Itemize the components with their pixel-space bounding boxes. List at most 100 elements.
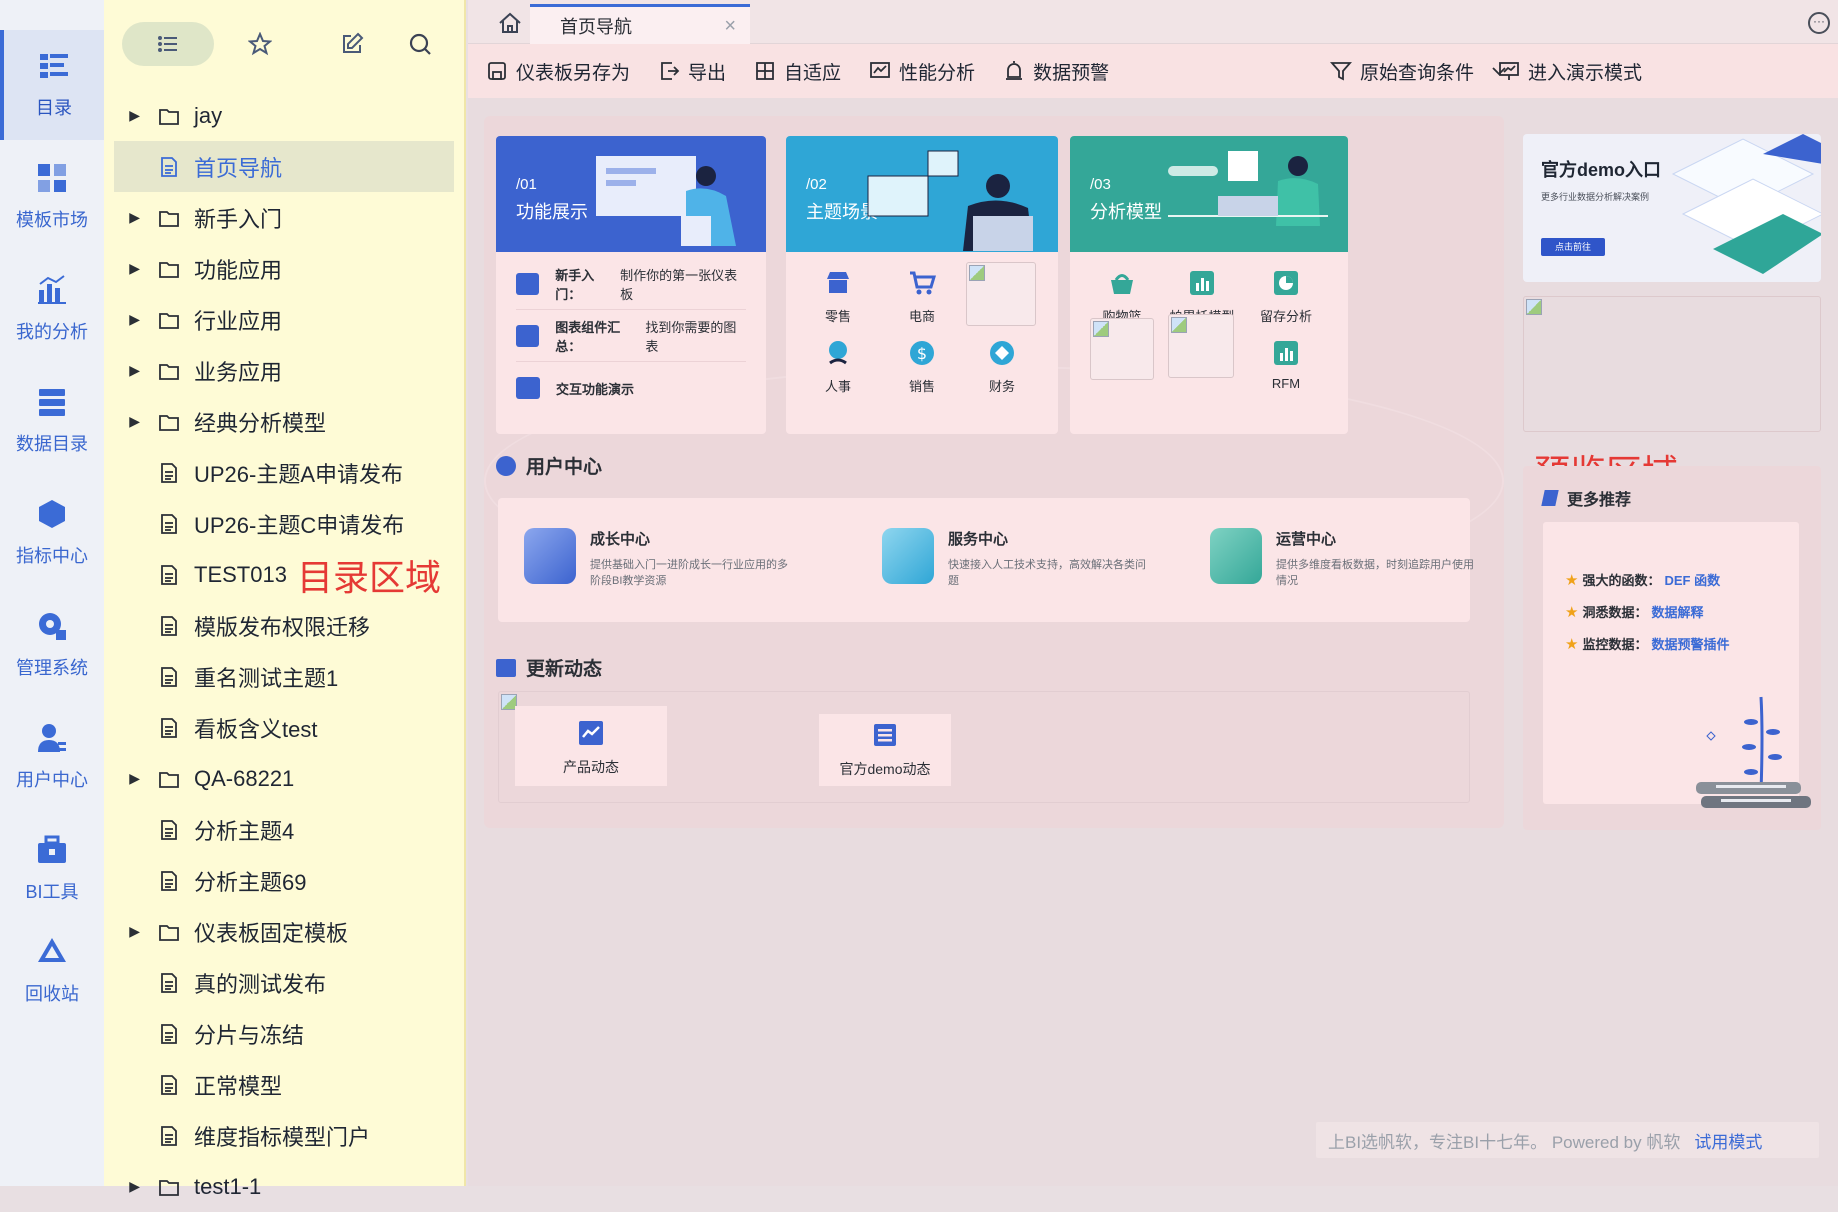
tree-file[interactable]: 首页导航: [114, 141, 454, 192]
tree-file[interactable]: 分片与冻结: [114, 1008, 454, 1059]
rail-item-my-analysis[interactable]: 我的分析: [0, 254, 104, 364]
tree-file[interactable]: UP26-主题C申请发布: [114, 498, 454, 549]
model-basket[interactable]: 购物篮: [1082, 268, 1162, 325]
tab-favorites[interactable]: [214, 22, 306, 66]
rail-item-admin-system[interactable]: 管理系统: [0, 590, 104, 700]
card-number: /03: [1090, 176, 1111, 193]
catalog-search-button[interactable]: [408, 32, 432, 61]
tree-file[interactable]: 分析主题69: [114, 855, 454, 906]
link-chart-summary[interactable]: 图表组件汇总： 找到你需要的图表: [516, 310, 746, 362]
tree-file[interactable]: 模版发布权限迁移: [114, 600, 454, 651]
file-icon: [158, 156, 182, 178]
model-rfm[interactable]: RFM: [1246, 338, 1326, 391]
rail-item-recycle-bin[interactable]: 回收站: [0, 916, 104, 1026]
operations-center-item[interactable]: 运营中心 提供多维度看板数据，时刻追踪用户使用情况: [1210, 528, 1476, 589]
recommend-item[interactable]: ★ 洞悉数据： 数据解释: [1565, 602, 1703, 621]
card-analysis-models[interactable]: /03 分析模型 购物篮 帕累托模型 留存分析 RFM: [1070, 136, 1348, 434]
tree-file[interactable]: 看板含义test: [114, 702, 454, 753]
expand-caret-icon[interactable]: ▶: [114, 311, 144, 328]
product-updates-button[interactable]: 产品动态: [515, 706, 667, 786]
tree-folder[interactable]: ▶ 经典分析模型: [114, 396, 454, 447]
presentation-mode-button[interactable]: 进入演示模式: [1498, 44, 1642, 98]
folder-icon: [158, 258, 182, 280]
tree-folder[interactable]: ▶ 业务应用: [114, 345, 454, 396]
expand-caret-icon[interactable]: ▶: [114, 362, 144, 379]
home-button[interactable]: [498, 12, 522, 39]
tree-file[interactable]: TEST013 目录区域: [114, 549, 454, 600]
tree-file[interactable]: UP26-主题A申请发布: [114, 447, 454, 498]
link-interaction-demo[interactable]: 交互功能演示: [516, 362, 746, 414]
close-icon[interactable]: ×: [724, 15, 736, 38]
tree-file[interactable]: 真的测试发布: [114, 957, 454, 1008]
file-icon: [158, 1074, 182, 1096]
model-retention[interactable]: 留存分析: [1246, 268, 1326, 325]
tree-folder[interactable]: ▶ 新手入门: [114, 192, 454, 243]
rail-item-bi-tools[interactable]: BI工具: [0, 814, 104, 924]
tree-item-label: 重名测试主题1: [194, 665, 339, 691]
cart-icon: [907, 268, 937, 298]
scenario-hr[interactable]: 人事: [798, 338, 878, 395]
file-icon: [158, 717, 182, 739]
recommend-link[interactable]: DEF 函数: [1664, 570, 1720, 589]
tab-list[interactable]: [122, 22, 214, 66]
adaptive-icon: [756, 62, 774, 80]
recommend-link[interactable]: 数据预警插件: [1651, 634, 1729, 653]
broken-image: [1524, 297, 1542, 315]
tab-edit[interactable]: [306, 22, 398, 66]
rail-item-data-catalog[interactable]: 数据目录: [0, 366, 104, 476]
expand-caret-icon[interactable]: ▶: [114, 260, 144, 277]
tree-folder[interactable]: ▶ test1-1: [114, 1161, 454, 1212]
file-icon: [158, 615, 182, 637]
section-title: 更新动态: [526, 659, 603, 680]
rail-item-user-center[interactable]: 用户中心: [0, 702, 104, 812]
card-links: 新手入门： 制作你的第一张仪表板 图表组件汇总： 找到你需要的图表 交互功能演示: [496, 252, 766, 414]
trial-mode-link[interactable]: 试用模式: [1694, 1128, 1762, 1153]
expand-caret-icon[interactable]: ▶: [114, 1178, 144, 1195]
adaptive-button[interactable]: 自适应: [754, 58, 841, 85]
link-beginner[interactable]: 新手入门： 制作你的第一张仪表板: [516, 258, 746, 310]
tree-file[interactable]: 重名测试主题1: [114, 651, 454, 702]
export-button[interactable]: 导出: [658, 58, 726, 85]
more-options-icon[interactable]: ···: [1808, 12, 1830, 34]
query-conditions-dropdown[interactable]: 原始查询条件: [1330, 44, 1510, 98]
tree-folder[interactable]: ▶ QA-68221: [114, 753, 454, 804]
rail-item-template-market[interactable]: 模板市场: [0, 142, 104, 252]
data-alert-button[interactable]: 数据预警: [1003, 58, 1109, 85]
recommend-item[interactable]: ★ 监控数据： 数据预警插件: [1565, 634, 1729, 653]
expand-caret-icon[interactable]: ▶: [114, 107, 144, 124]
growth-center-item[interactable]: 成长中心 提供基础入门一进阶成长一行业应用的多阶段BI教学资源: [524, 528, 790, 589]
official-demo-banner[interactable]: 官方demo入口 更多行业数据分析解决案例 点击前往: [1523, 134, 1821, 282]
card-theme-scenarios[interactable]: /02 主题场景 零售 电商 人事 $ 销售 财务: [786, 136, 1058, 434]
scenario-retail[interactable]: 零售: [798, 268, 878, 325]
expand-caret-icon[interactable]: ▶: [114, 413, 144, 430]
file-icon: [158, 564, 182, 586]
recommend-link[interactable]: 数据解释: [1651, 602, 1703, 621]
tree-folder[interactable]: ▶ jay: [114, 90, 454, 141]
scenario-ecommerce[interactable]: 电商: [882, 268, 962, 325]
adaptive-label: 自适应: [784, 62, 842, 84]
rail-item-catalog[interactable]: 目录: [0, 30, 104, 140]
recommend-item[interactable]: ★ 强大的函数： DEF 函数: [1565, 570, 1720, 589]
folder-icon: [158, 207, 182, 229]
performance-button[interactable]: 性能分析: [869, 58, 975, 85]
tree-file[interactable]: 分析主题4: [114, 804, 454, 855]
card-feature-showcase[interactable]: /01 功能展示 新手入门： 制作你的第一张仪表板 图表组件汇总： 找到你需要的图表…: [496, 136, 766, 434]
tree-file[interactable]: 正常模型: [114, 1059, 454, 1110]
tree-item-label: 经典分析模型: [194, 410, 327, 436]
rail-item-metrics-center[interactable]: 指标中心: [0, 478, 104, 588]
tree-file[interactable]: 维度指标模型门户: [114, 1110, 454, 1161]
scenario-sales[interactable]: $ 销售: [882, 338, 962, 395]
service-center-item[interactable]: 服务中心 快速接入人工技术支持，高效解决各类问题: [882, 528, 1148, 589]
tree-folder[interactable]: ▶ 功能应用: [114, 243, 454, 294]
demo-updates-button[interactable]: 官方demo动态: [819, 714, 951, 786]
expand-caret-icon[interactable]: ▶: [114, 770, 144, 787]
tree-folder[interactable]: ▶ 仪表板固定模板: [114, 906, 454, 957]
tab-home-navigation[interactable]: 首页导航 ×: [530, 4, 750, 44]
demo-go-button[interactable]: 点击前往: [1541, 238, 1605, 256]
scenario-finance[interactable]: 财务: [962, 338, 1042, 395]
star-icon: ★: [1565, 571, 1579, 589]
expand-caret-icon[interactable]: ▶: [114, 209, 144, 226]
save-as-button[interactable]: 仪表板另存为: [486, 58, 630, 85]
expand-caret-icon[interactable]: ▶: [114, 923, 144, 940]
tree-folder[interactable]: ▶ 行业应用: [114, 294, 454, 345]
